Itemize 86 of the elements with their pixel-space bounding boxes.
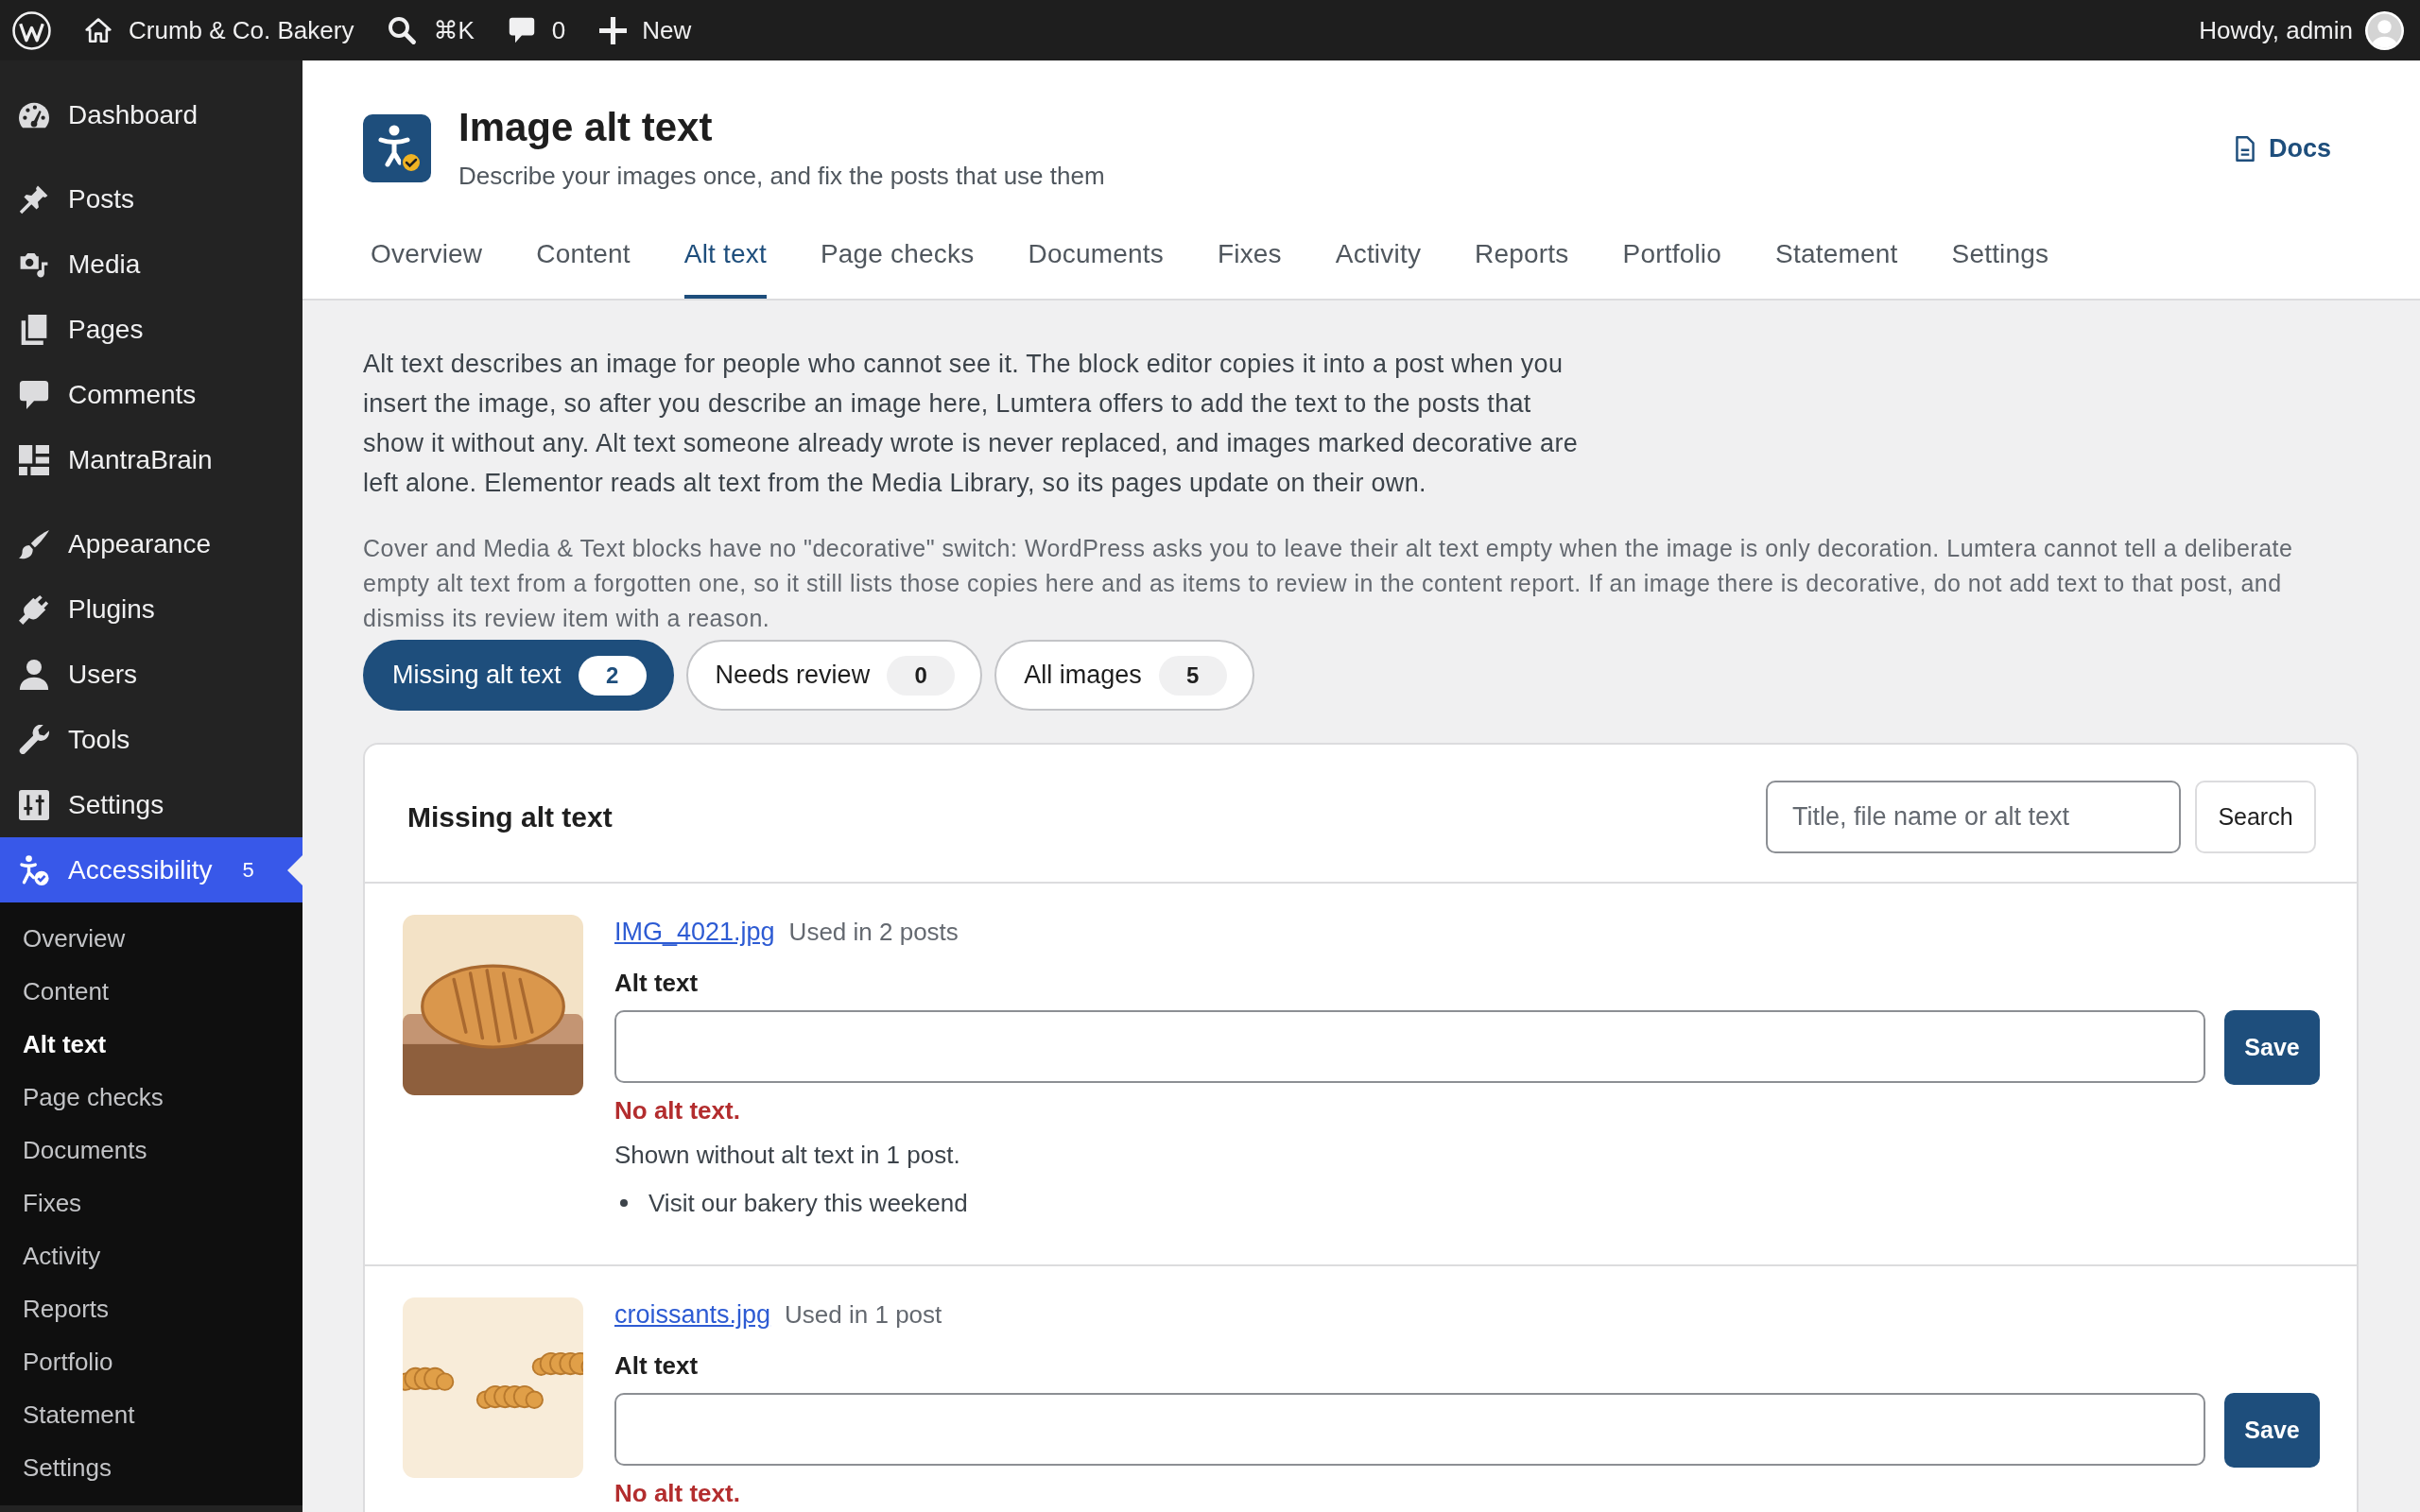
submenu-item[interactable]: Page checks (0, 1071, 302, 1124)
save-button[interactable]: Save (2224, 1010, 2320, 1085)
menu-item[interactable]: Settings (0, 772, 302, 837)
alt-text-field[interactable] (614, 1393, 2205, 1466)
tab[interactable]: Activity (1335, 221, 1422, 299)
tab[interactable]: Reports (1475, 221, 1569, 299)
submenu-item[interactable]: Reports (0, 1282, 302, 1335)
error-message: No alt text. (614, 1479, 741, 1507)
alt-text-field[interactable] (614, 1010, 2205, 1083)
tab[interactable]: Statement (1775, 221, 1898, 299)
accessibility-logo-icon (363, 114, 431, 182)
menu-item[interactable]: Appearance (0, 511, 302, 576)
tab[interactable]: Content (536, 221, 631, 299)
menu-item[interactable]: Comments (0, 362, 302, 427)
comment-icon (19, 379, 49, 410)
file-link[interactable]: croissants.jpg (614, 1297, 771, 1332)
paintbrush-icon (19, 528, 49, 559)
account-link[interactable]: Howdy, admin (2199, 10, 2404, 50)
docs-link[interactable]: Docs (2234, 129, 2331, 168)
menu-item[interactable]: Tools (0, 707, 302, 772)
field-label: Alt text (614, 968, 700, 999)
bullet-icon (620, 1199, 628, 1207)
tab[interactable]: Settings (1951, 221, 2049, 299)
search-button[interactable]: ⌘K (388, 14, 475, 46)
pushpin-icon (19, 183, 49, 215)
sliders-icon (19, 789, 49, 820)
filter-button[interactable]: All images 5 (994, 640, 1254, 711)
filter-button[interactable]: Missing alt text 2 (363, 640, 674, 711)
plug-icon (19, 593, 49, 625)
menu-item[interactable]: Users (0, 642, 302, 707)
count-badge: 2 (578, 655, 647, 696)
submenu-item[interactable]: Portfolio (0, 1335, 302, 1388)
page-title: Image alt text (458, 104, 714, 151)
search-icon (388, 16, 417, 44)
menu-item[interactable]: Accessibility 5 (0, 837, 302, 902)
filter-button[interactable]: Needs review 0 (685, 640, 983, 711)
menu-item[interactable]: Posts (0, 166, 302, 232)
page-subtitle: Describe your images once, and fix the posts that use them (458, 161, 1105, 192)
search-button[interactable]: Search (2195, 781, 2316, 853)
post-title: Visit our bakery this weekend (648, 1188, 968, 1219)
home-icon (85, 17, 112, 43)
panel-title: Missing alt text (407, 799, 613, 834)
count-badge: 5 (1158, 655, 1227, 696)
submenu-item[interactable]: Overview (0, 912, 302, 965)
summary-text: Shown without alt text in 1 post. (614, 1140, 961, 1171)
submenu-item[interactable]: Statement (0, 1388, 302, 1441)
wrench-icon (19, 724, 49, 755)
submenu-item[interactable]: Settings (0, 1441, 302, 1494)
comment-icon (508, 17, 535, 43)
submenu-item[interactable]: Documents (0, 1124, 302, 1177)
error-message: No alt text. (614, 1096, 741, 1125)
intro-text: Alt text describes an image for people who cannot see it. The block editor copies it into a post when you insert the image, so after you describe an image here, Lumtera offers to add the text to the posts that show it without any. Alt text someone already wrote is never replaced, and images marked decorative are left alone. Elementor reads alt text from the Media Library, so its pages update on their own. (363, 349, 1580, 499)
tab[interactable]: Page checks (820, 221, 975, 299)
accessibility-icon (19, 854, 49, 885)
tab[interactable]: Fixes (1217, 221, 1282, 299)
submenu-item[interactable]: Fixes (0, 1177, 302, 1229)
save-button[interactable]: Save (2224, 1393, 2320, 1468)
menu-item[interactable]: Media (0, 232, 302, 297)
site-link[interactable]: Crumb & Co. Bakery (85, 14, 354, 46)
user-icon (19, 659, 49, 690)
comments-link[interactable]: 0 (508, 14, 566, 46)
menu-item[interactable]: MantraBrain (0, 427, 302, 492)
plus-icon (599, 16, 628, 44)
pages-icon (19, 314, 49, 345)
note-text: Cover and Media & Text blocks have no "decorative" switch: WordPress asks you to leave their alt text empty when the image is only decoration. Lumtera cannot tell a deliberate empty alt text from a forgotten one, so it still lists those copies here and as items to review in the content report. If an image there is decorative, do not add text to that post, and dismiss its review item with a reason. (363, 534, 2294, 633)
submenu-item[interactable]: Alt text (0, 1018, 302, 1071)
usage-text: Used in 1 post (785, 1299, 942, 1331)
search-field[interactable]: Title, file name or alt text (1766, 781, 2181, 853)
field-label: Alt text (614, 1350, 700, 1382)
tab[interactable]: Documents (1028, 221, 1164, 299)
layout-grid-icon (19, 444, 49, 475)
menu-item[interactable]: Pages (0, 297, 302, 362)
menu-item[interactable]: Plugins (0, 576, 302, 642)
new-link[interactable]: New (599, 14, 692, 46)
menu-item[interactable]: Dashboard (0, 82, 302, 147)
menu-count: 5 (242, 857, 254, 884)
document-icon (2234, 135, 2256, 162)
avatar-icon (2365, 10, 2404, 50)
logo-icon[interactable] (12, 10, 51, 50)
submenu-item[interactable]: Content (0, 965, 302, 1018)
count-badge: 0 (887, 655, 956, 696)
file-link[interactable]: IMG_4021.jpg (614, 915, 775, 949)
tab[interactable]: Portfolio (1622, 221, 1722, 299)
submenu-item[interactable]: Activity (0, 1229, 302, 1282)
usage-text: Used in 2 posts (788, 917, 959, 948)
tab[interactable]: Overview (371, 221, 483, 299)
